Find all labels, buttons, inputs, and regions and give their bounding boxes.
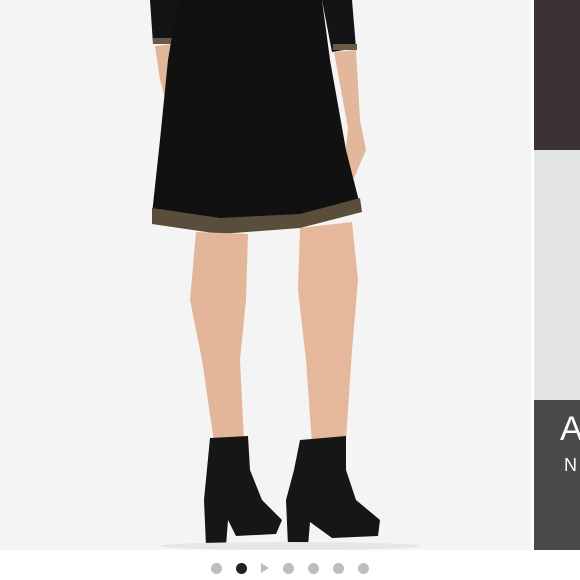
next-product-photo-peek[interactable]: A N: [534, 0, 580, 550]
dress-and-boots-illustration: [150, 0, 420, 550]
pagination-dot-active[interactable]: [236, 562, 247, 574]
carousel-pagination: [0, 556, 580, 580]
pagination-dot[interactable]: [333, 562, 344, 574]
pagination-dot[interactable]: [358, 562, 369, 574]
banner-heading-text: A: [560, 410, 580, 448]
pagination-dot[interactable]: [211, 562, 222, 574]
banner-subheading-text: N: [564, 455, 577, 475]
product-photo-black-dress[interactable]: [0, 0, 531, 550]
product-image-carousel[interactable]: A N: [0, 0, 580, 550]
video-play-icon[interactable]: [261, 563, 269, 573]
store-floor-area: [534, 150, 580, 400]
pagination-dot[interactable]: [283, 562, 294, 574]
store-rack-area: [534, 0, 580, 150]
pagination-dot[interactable]: [308, 562, 319, 574]
promo-banner: A N: [534, 400, 580, 550]
